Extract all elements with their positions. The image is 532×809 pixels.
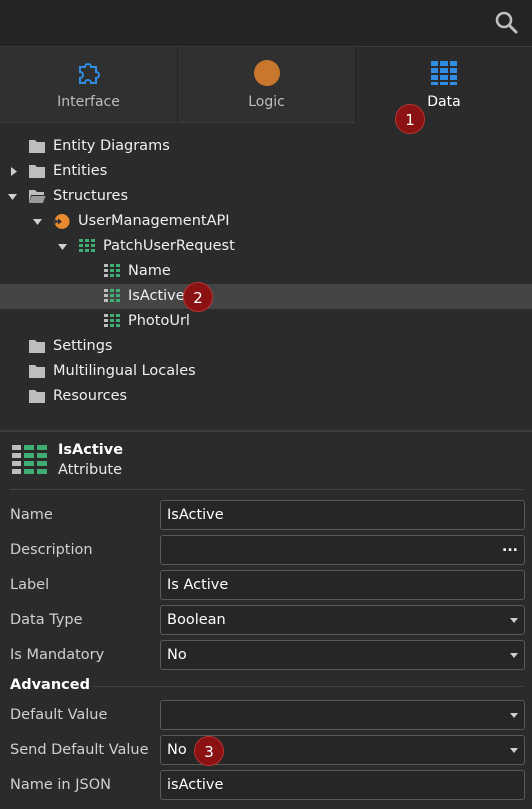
tree-item-label: IsActive [128, 288, 185, 304]
more-button[interactable]: ... [502, 539, 518, 555]
property-name: Name IsActive [0, 500, 532, 530]
tab-interface[interactable]: Interface [0, 47, 178, 123]
property-label-row: Label Is Active [0, 570, 532, 600]
panel-divider[interactable] [0, 430, 532, 432]
property-description: Description ... [0, 535, 532, 565]
property-is-mandatory: Is Mandatory No [0, 640, 532, 670]
property-label: Is Mandatory [10, 647, 105, 663]
name-in-json-input[interactable]: isActive [160, 770, 525, 800]
tab-label: Interface [57, 94, 120, 110]
tree-item-label: PhotoUrl [128, 313, 190, 329]
circle-icon [253, 60, 280, 86]
tree-item-label: UserManagementAPI [78, 213, 230, 229]
step-badge-3: 3 [194, 736, 224, 766]
tab-data[interactable]: Data [356, 47, 532, 123]
property-send-default-value: Send Default Value No [0, 735, 532, 765]
tree-item-patchuserrequest[interactable]: PatchUserRequest [0, 234, 532, 259]
attribute-icon [104, 289, 120, 302]
field-value: isActive [167, 777, 224, 793]
tree-item-label: Name [128, 263, 171, 279]
tree-item-entity-diagrams[interactable]: Entity Diagrams [0, 134, 532, 159]
tree-item-name[interactable]: Name [0, 259, 532, 284]
field-value: Is Active [167, 577, 229, 593]
header-separator [10, 489, 524, 490]
tab-label: Data [427, 94, 461, 110]
consumed-api-icon [53, 214, 70, 229]
default-value-select[interactable] [160, 700, 525, 730]
tree-item-label: Settings [53, 338, 113, 354]
attribute-icon [12, 445, 47, 474]
attribute-icon [104, 314, 120, 327]
field-value: No [167, 742, 187, 758]
puzzle-icon [78, 63, 100, 84]
tree-item-label: Entities [53, 163, 108, 179]
property-default-value: Default Value [0, 700, 532, 730]
label-input[interactable]: Is Active [160, 570, 525, 600]
chevron-down-icon[interactable] [56, 234, 68, 259]
section-separator [93, 686, 524, 687]
tree-item-entities[interactable]: Entities [0, 159, 532, 184]
folder-icon [29, 365, 45, 378]
tree-item-structures[interactable]: Structures [0, 184, 532, 209]
advanced-section-label: Advanced [10, 677, 90, 693]
tree-item-label: Resources [53, 388, 128, 404]
tree-item-label: PatchUserRequest [103, 238, 235, 254]
chevron-down-icon [510, 748, 518, 753]
attribute-icon [104, 264, 120, 277]
folder-icon [29, 340, 45, 353]
folder-icon [29, 165, 45, 178]
tree-item-photourl[interactable]: PhotoUrl [0, 309, 532, 334]
tree-item-settings[interactable]: Settings [0, 334, 532, 359]
chevron-right-icon[interactable] [8, 159, 20, 184]
chevron-down-icon [510, 618, 518, 623]
property-label: Default Value [10, 707, 108, 723]
tree-item-isactive[interactable]: IsActive [0, 284, 532, 309]
search-icon[interactable] [494, 10, 518, 34]
field-value: Boolean [167, 612, 226, 628]
folder-icon [29, 390, 45, 403]
field-value: No [167, 647, 187, 663]
property-label: Label [10, 577, 50, 593]
chevron-down-icon [510, 713, 518, 718]
chevron-down-icon[interactable] [6, 184, 18, 209]
property-label: Send Default Value [10, 742, 149, 758]
property-label: Data Type [10, 612, 83, 628]
table-icon [431, 61, 457, 85]
top-bar [0, 0, 532, 47]
folder-icon [29, 140, 45, 153]
structure-icon [79, 239, 95, 252]
tab-label: Logic [248, 94, 285, 110]
property-label: Description [10, 542, 93, 558]
property-label: Name [10, 507, 53, 523]
chevron-down-icon [510, 653, 518, 658]
tree-item-usermanagementapi[interactable]: UserManagementAPI [0, 209, 532, 234]
tab-logic[interactable]: Logic [178, 47, 356, 123]
chevron-down-icon[interactable] [31, 209, 43, 234]
properties-subtitle: Attribute [58, 462, 123, 478]
tree-item-label: Entity Diagrams [53, 138, 170, 154]
properties-header: IsActive Attribute [0, 440, 532, 486]
tree-item-label: Structures [53, 188, 129, 204]
step-badge-2: 2 [183, 282, 213, 312]
is-mandatory-select[interactable]: No [160, 640, 525, 670]
property-name-in-json: Name in JSON isActive [0, 770, 532, 800]
tab-bar: Interface Logic Data [0, 47, 532, 123]
data-tree: Entity Diagrams Entities Structures User… [0, 134, 532, 409]
property-data-type: Data Type Boolean [0, 605, 532, 635]
step-badge-1: 1 [395, 104, 425, 134]
field-value: IsActive [167, 507, 224, 523]
properties-title: IsActive [58, 442, 124, 458]
tree-item-multilingual-locales[interactable]: Multilingual Locales [0, 359, 532, 384]
tree-item-label: Multilingual Locales [53, 363, 196, 379]
folder-open-icon [29, 190, 46, 203]
property-label: Name in JSON [10, 777, 111, 793]
description-input[interactable]: ... [160, 535, 525, 565]
tree-item-resources[interactable]: Resources [0, 384, 532, 409]
name-input[interactable]: IsActive [160, 500, 525, 530]
data-type-select[interactable]: Boolean [160, 605, 525, 635]
